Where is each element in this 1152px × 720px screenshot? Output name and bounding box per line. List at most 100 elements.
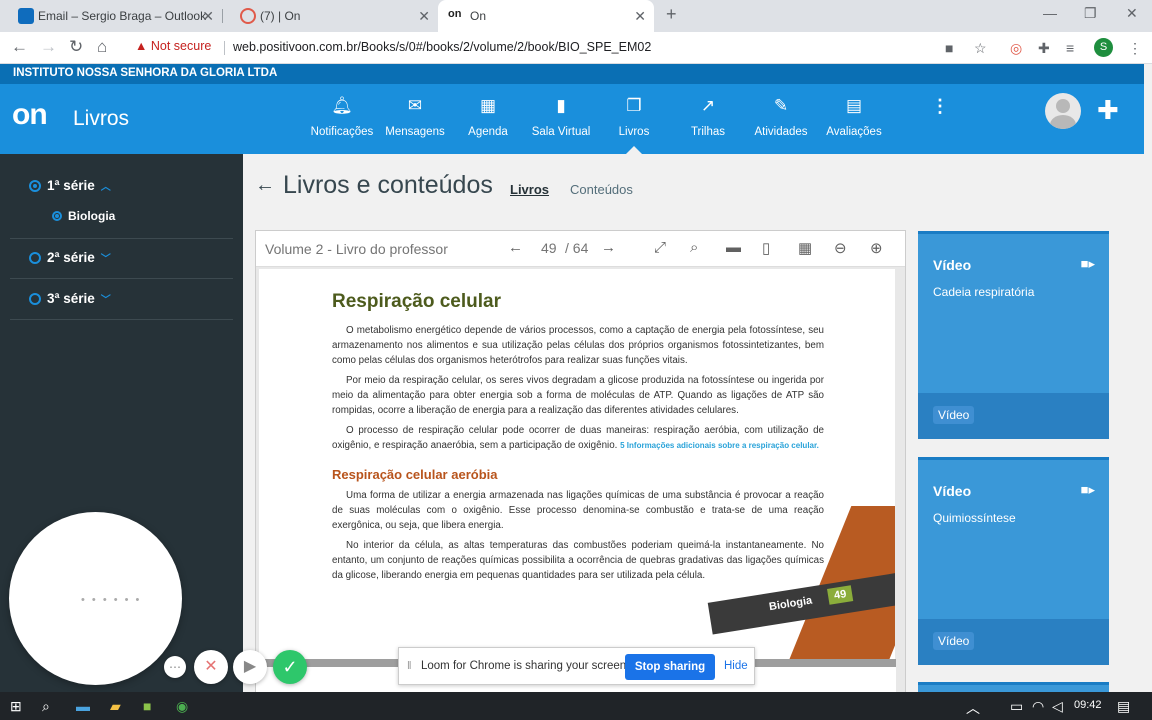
tray-chevron-icon[interactable]: ︿ bbox=[966, 698, 980, 718]
menu-label: Mensagens bbox=[385, 126, 445, 138]
tab-title: Email – Sergio Braga – Outlook bbox=[38, 9, 207, 23]
forward-icon[interactable]: → bbox=[40, 37, 57, 57]
tab-outlook[interactable]: Email – Sergio Braga – Outlook ✕ bbox=[0, 0, 222, 32]
tab-conteudos[interactable]: Conteúdos bbox=[570, 182, 633, 197]
menu-agenda[interactable]: ▦ Agenda bbox=[451, 96, 525, 138]
minimize-icon[interactable]: — bbox=[1043, 5, 1057, 21]
battery-icon[interactable]: ▭ bbox=[1010, 698, 1023, 715]
video-camera-icon: ■▸ bbox=[1080, 482, 1095, 497]
volume-icon[interactable]: ◁ bbox=[1052, 698, 1063, 715]
on-logo[interactable]: on bbox=[12, 98, 48, 132]
section-heading: Respiração celular bbox=[332, 291, 501, 312]
loom-cancel-icon[interactable]: ✕ bbox=[194, 650, 228, 684]
divider bbox=[10, 319, 233, 320]
url-field[interactable]: web.positivoon.com.br/Books/s/0#/books/2… bbox=[233, 40, 651, 54]
restore-icon[interactable]: ❐ bbox=[1084, 5, 1097, 22]
books-icon: ❐ bbox=[626, 96, 642, 115]
home-icon[interactable]: ⌂ bbox=[97, 37, 107, 57]
video-camera-icon: ■▸ bbox=[1080, 256, 1095, 271]
sidebar-item-serie-1[interactable]: 1ª série ︿ bbox=[29, 178, 111, 193]
loom-camera-bubble[interactable]: • • • • • • bbox=[9, 512, 182, 685]
puzzle-icon[interactable]: ✚ bbox=[1097, 95, 1119, 126]
search-icon[interactable]: ⌕ bbox=[690, 239, 698, 256]
menu-label: Livros bbox=[618, 126, 650, 138]
star-icon[interactable]: ☆ bbox=[974, 40, 987, 57]
paragraph: Por meio da respiração celular, os seres… bbox=[332, 375, 824, 416]
page-number-input[interactable]: 49 bbox=[541, 240, 557, 256]
new-tab-icon[interactable]: + bbox=[666, 4, 677, 25]
loom-pause-icon[interactable]: ▶ bbox=[233, 650, 267, 684]
menu-livros[interactable]: ❐ Livros bbox=[597, 96, 671, 138]
media-icon[interactable]: ≡ bbox=[1066, 40, 1074, 56]
calendar-icon: ▦ bbox=[479, 96, 497, 115]
loading-dots-icon: • • • • • • bbox=[81, 594, 142, 606]
page-title: Livros e conteúdos bbox=[283, 171, 493, 199]
video-card-partial[interactable] bbox=[918, 682, 1109, 692]
chrome-icon[interactable]: ◉ bbox=[176, 698, 188, 715]
notification-icon[interactable]: ▤ bbox=[1117, 698, 1130, 715]
radio-selected-icon bbox=[29, 179, 41, 192]
close-icon[interactable]: ✕ bbox=[418, 8, 430, 25]
sharing-message: Loom for Chrome is sharing your screen. bbox=[421, 660, 630, 672]
user-avatar[interactable] bbox=[1045, 93, 1081, 129]
menu-sala-virtual[interactable]: ▮ Sala Virtual bbox=[524, 96, 598, 138]
sidebar-subitem-biologia[interactable]: Biologia bbox=[52, 209, 115, 223]
loom-finish-icon[interactable]: ✓ bbox=[273, 650, 307, 684]
grid-icon[interactable]: ▦ bbox=[798, 239, 812, 257]
menu-trilhas[interactable]: ↗ Trilhas bbox=[671, 96, 745, 138]
app-icon[interactable]: ■ bbox=[143, 698, 151, 714]
chrome-menu-icon[interactable]: ⋮ bbox=[1128, 40, 1142, 57]
menu-mensagens[interactable]: ✉ Mensagens bbox=[378, 96, 452, 138]
next-page-icon[interactable]: → bbox=[601, 239, 616, 256]
divider bbox=[10, 278, 233, 279]
not-secure-badge[interactable]: ▲ Not secure bbox=[135, 39, 211, 53]
hide-button[interactable]: Hide bbox=[724, 660, 748, 672]
sidebar-item-serie-3[interactable]: 3ª série ﹀ bbox=[29, 291, 111, 306]
back-arrow-icon[interactable]: ← bbox=[255, 174, 275, 197]
outlook-icon bbox=[18, 8, 34, 24]
loom-more-icon[interactable]: ⋯ bbox=[164, 656, 186, 678]
fullscreen-icon[interactable]: ⤢ bbox=[654, 239, 666, 256]
institution-bar: INSTITUTO NOSSA SENHORA DA GLORIA LTDA bbox=[0, 64, 1144, 84]
close-icon[interactable]: ✕ bbox=[202, 8, 214, 25]
zoom-in-icon[interactable]: ⊕ bbox=[870, 239, 883, 257]
bell-icon: 🔔︎ bbox=[331, 96, 353, 115]
video-card[interactable]: Vídeo ■▸ Quimiossíntese Vídeo bbox=[918, 457, 1109, 665]
reload-icon[interactable]: ↻ bbox=[69, 37, 83, 57]
profile-avatar[interactable]: S bbox=[1094, 38, 1113, 57]
card-description: Quimiossíntese bbox=[933, 511, 1016, 525]
menu-notificacoes[interactable]: 🔔︎ Notificações bbox=[305, 96, 379, 138]
tab-on-active[interactable]: on On ✕ bbox=[438, 0, 654, 32]
book-page: Respiração celular O metabolismo energét… bbox=[259, 269, 895, 659]
clock[interactable]: 09:42 bbox=[1074, 699, 1102, 711]
windows-start-icon[interactable]: ⊞ bbox=[10, 698, 22, 715]
info-link[interactable]: 5 Informações adicionais sobre a respira… bbox=[620, 441, 819, 450]
window-close-icon[interactable]: ✕ bbox=[1126, 5, 1138, 22]
menu-atividades[interactable]: ✎ Atividades bbox=[744, 96, 818, 138]
file-explorer-icon[interactable]: ▰ bbox=[110, 698, 121, 715]
drag-handle-icon[interactable]: ‖ bbox=[407, 660, 412, 672]
stop-sharing-button[interactable]: Stop sharing bbox=[625, 654, 715, 680]
chevron-down-icon: ﹀ bbox=[100, 254, 111, 265]
wifi-icon[interactable]: ◠ bbox=[1032, 698, 1044, 715]
back-icon[interactable]: ← bbox=[11, 37, 28, 57]
bookmark-icon[interactable]: ▯ bbox=[762, 239, 770, 257]
video-card[interactable]: Vídeo ■▸ Cadeia respiratória Vídeo bbox=[918, 231, 1109, 439]
loom-extension-icon[interactable]: ◎ bbox=[1010, 40, 1022, 57]
zoom-out-icon[interactable]: ⊖ bbox=[834, 239, 847, 257]
comment-icon[interactable]: ▬ bbox=[726, 239, 741, 256]
extensions-icon[interactable]: ✚ bbox=[1038, 40, 1050, 57]
camera-icon[interactable]: ■ bbox=[945, 40, 953, 56]
tab-livros[interactable]: Livros bbox=[510, 182, 549, 197]
more-menu-icon[interactable]: ⋮ bbox=[931, 96, 949, 117]
card-title: Vídeo bbox=[933, 257, 972, 273]
menu-avaliacoes[interactable]: ▤ Avaliações bbox=[817, 96, 891, 138]
search-icon[interactable]: ⌕ bbox=[42, 698, 50, 715]
mail-app-icon[interactable]: ▬ bbox=[76, 698, 90, 714]
sidebar-item-serie-2[interactable]: 2ª série ﹀ bbox=[29, 250, 111, 265]
card-description: Cadeia respiratória bbox=[933, 285, 1035, 299]
prev-page-icon[interactable]: ← bbox=[508, 239, 523, 256]
page-scrollbar[interactable] bbox=[1144, 64, 1152, 692]
tab-on-notifications[interactable]: (7) | On ✕ bbox=[222, 0, 438, 32]
close-icon[interactable]: ✕ bbox=[634, 8, 646, 25]
